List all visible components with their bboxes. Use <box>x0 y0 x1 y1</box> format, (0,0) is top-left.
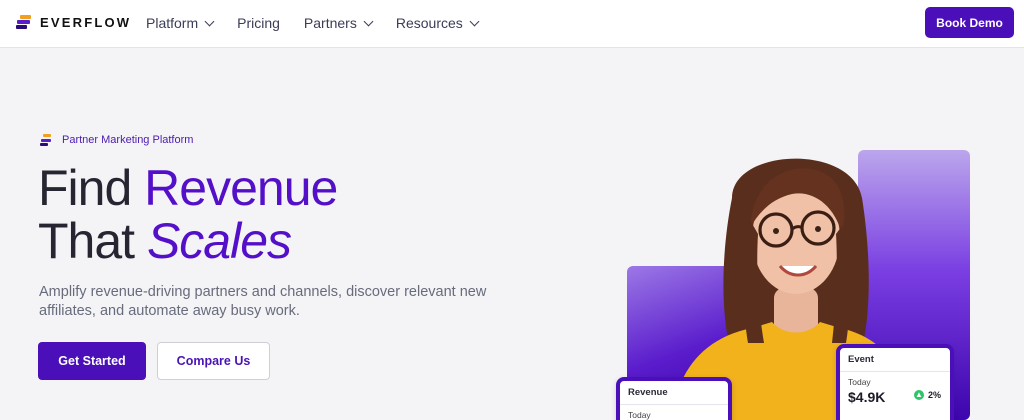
compare-us-button[interactable]: Compare Us <box>157 342 270 380</box>
hero-headline: Find Revenue That Scales <box>38 160 338 268</box>
nav-item-label: Resources <box>395 15 463 31</box>
brand-name: EVERFLOW <box>40 14 132 30</box>
everflow-logo-icon <box>16 14 32 30</box>
revenue-stat-card: Revenue Today <box>616 377 732 420</box>
nav-item-resources[interactable]: Resources <box>395 15 480 31</box>
everflow-logo-icon <box>40 134 52 146</box>
arrow-up-icon: ▲ <box>914 390 924 400</box>
chevron-down-icon <box>363 16 374 26</box>
card-title: Event <box>840 348 950 372</box>
top-navigation: EVERFLOW Platform Pricing Partners Resou… <box>0 0 1024 48</box>
headline-accent-italic: Scales <box>146 213 292 269</box>
card-title: Revenue <box>620 381 728 405</box>
eyebrow-text: Partner Marketing Platform <box>62 134 194 146</box>
headline-line-2: That Scales <box>38 215 337 268</box>
headline-plain: That <box>38 213 147 269</box>
book-demo-button[interactable]: Book Demo <box>925 7 1014 38</box>
hero-eyebrow: Partner Marketing Platform <box>40 134 193 146</box>
hero-subtitle: Amplify revenue-driving partners and cha… <box>39 284 487 319</box>
change-badge: ▲ 2% <box>914 390 941 400</box>
get-started-button[interactable]: Get Started <box>38 342 146 380</box>
nav-item-label: Platform <box>146 15 199 31</box>
chevron-down-icon <box>469 16 480 26</box>
card-period: Today <box>628 410 651 420</box>
nav-item-label: Pricing <box>237 15 280 31</box>
nav-links: Platform Pricing Partners Resources <box>146 15 480 31</box>
nav-item-label: Partners <box>303 15 357 31</box>
headline-plain: Find <box>38 160 145 216</box>
nav-item-pricing[interactable]: Pricing <box>237 15 280 31</box>
card-period: Today <box>848 377 871 387</box>
chevron-down-icon <box>204 16 215 26</box>
change-value: 2% <box>928 390 942 400</box>
event-stat-card: Event Today $4.9K ▲ 2% <box>836 344 954 420</box>
headline-line-1: Find Revenue <box>38 160 338 216</box>
nav-item-platform[interactable]: Platform <box>146 15 215 31</box>
nav-item-partners[interactable]: Partners <box>303 15 374 31</box>
headline-accent: Revenue <box>144 160 338 216</box>
brand-logo[interactable]: EVERFLOW <box>16 14 131 30</box>
